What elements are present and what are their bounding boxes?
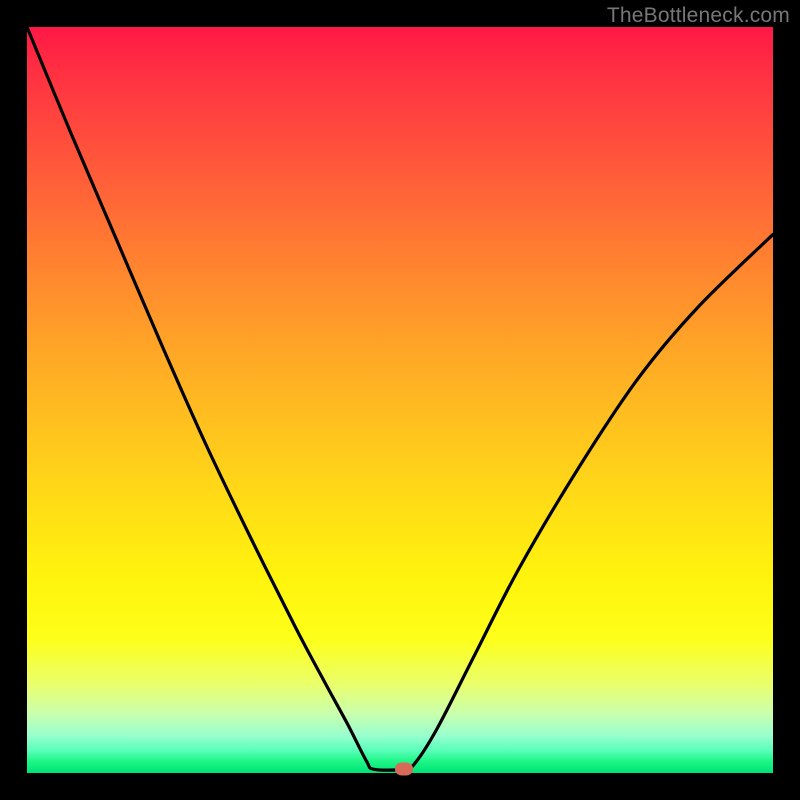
plot-area — [27, 27, 773, 773]
watermark-text: TheBottleneck.com — [607, 4, 790, 28]
chart-frame: TheBottleneck.com — [0, 0, 800, 800]
bottleneck-curve — [27, 27, 773, 773]
minimum-marker — [395, 763, 413, 776]
